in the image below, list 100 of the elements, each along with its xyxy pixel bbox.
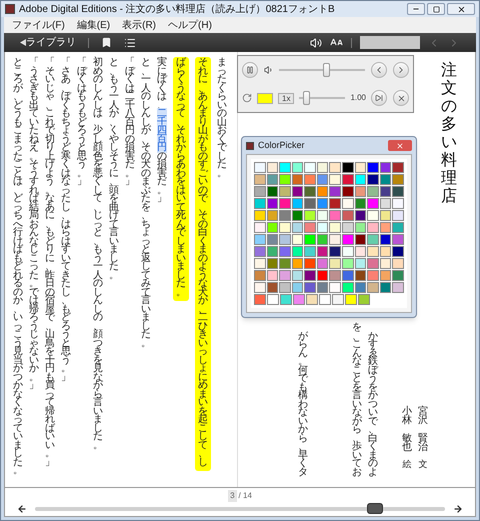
skip-button[interactable] [371, 90, 388, 106]
color-swatch[interactable] [316, 198, 328, 209]
menu-item[interactable]: 編集(E) [76, 18, 110, 32]
color-swatch[interactable] [279, 270, 291, 281]
color-swatch[interactable] [367, 174, 379, 185]
color-swatch[interactable] [367, 246, 379, 257]
color-swatch[interactable] [279, 198, 291, 209]
color-swatch[interactable] [316, 186, 328, 197]
color-swatch[interactable] [354, 246, 366, 257]
color-swatch[interactable] [392, 258, 404, 269]
color-swatch[interactable] [292, 210, 304, 221]
color-swatch[interactable] [304, 186, 316, 197]
color-swatch[interactable] [279, 246, 291, 257]
color-swatch[interactable] [367, 186, 379, 197]
maximize-button[interactable] [427, 3, 445, 15]
color-swatch[interactable] [367, 270, 379, 281]
close-button[interactable] [393, 90, 410, 106]
color-swatch[interactable] [316, 234, 328, 245]
color-swatch[interactable] [279, 222, 291, 233]
color-swatch[interactable] [329, 222, 342, 233]
previous-page-icon[interactable] [17, 504, 27, 514]
color-swatch[interactable] [292, 270, 304, 281]
color-swatch[interactable] [354, 282, 366, 293]
color-swatch[interactable] [354, 162, 366, 173]
color-swatch[interactable] [304, 174, 316, 185]
color-swatch[interactable] [304, 246, 316, 257]
color-swatch[interactable] [380, 162, 392, 173]
page-number-field[interactable]: 3 [228, 490, 237, 502]
color-swatch[interactable] [254, 222, 266, 233]
color-swatch[interactable] [342, 258, 354, 269]
color-swatch[interactable] [316, 258, 328, 269]
color-swatch[interactable] [367, 258, 379, 269]
color-swatch[interactable] [367, 210, 379, 221]
color-swatch[interactable] [266, 186, 278, 197]
speed-button[interactable]: 1x [278, 92, 294, 104]
color-swatch[interactable] [304, 258, 316, 269]
color-swatch[interactable] [266, 270, 278, 281]
color-swatch[interactable] [342, 210, 354, 221]
color-swatch[interactable] [342, 282, 354, 293]
color-swatch[interactable] [380, 258, 392, 269]
color-swatch[interactable] [380, 270, 392, 281]
menu-item[interactable]: ファイル(F) [12, 18, 65, 32]
color-swatch[interactable] [279, 282, 291, 293]
color-swatch[interactable] [292, 234, 304, 245]
color-swatch[interactable] [392, 270, 404, 281]
pause-button[interactable] [242, 62, 258, 78]
color-swatch[interactable] [292, 258, 304, 269]
color-swatch[interactable] [279, 162, 291, 173]
next-page-icon[interactable] [453, 504, 463, 514]
color-swatch[interactable] [380, 222, 392, 233]
color-swatch[interactable] [304, 210, 316, 221]
close-button[interactable] [447, 3, 475, 15]
color-swatch[interactable] [342, 174, 354, 185]
color-swatch[interactable] [354, 198, 366, 209]
color-swatch[interactable] [254, 258, 266, 269]
color-swatch[interactable] [392, 282, 404, 293]
color-swatch[interactable] [342, 270, 354, 281]
color-swatch[interactable] [367, 222, 379, 233]
highlight-color-swatch[interactable] [257, 92, 273, 104]
color-swatch[interactable] [329, 162, 342, 173]
color-swatch[interactable] [266, 210, 278, 221]
color-swatch[interactable] [306, 294, 318, 305]
color-swatch[interactable] [292, 198, 304, 209]
color-swatch[interactable] [266, 282, 278, 293]
color-swatch[interactable] [316, 222, 328, 233]
close-button[interactable] [388, 140, 412, 151]
menu-item[interactable]: ヘルプ(H) [168, 18, 212, 32]
color-swatch[interactable] [342, 186, 354, 197]
color-swatch[interactable] [304, 222, 316, 233]
color-swatch[interactable] [254, 270, 266, 281]
color-swatch[interactable] [342, 234, 354, 245]
color-swatch[interactable] [266, 162, 278, 173]
color-swatch[interactable] [354, 222, 366, 233]
color-swatch[interactable] [367, 162, 379, 173]
color-swatch[interactable] [367, 234, 379, 245]
color-swatch[interactable] [267, 294, 279, 305]
color-swatch[interactable] [292, 186, 304, 197]
color-swatch[interactable] [316, 174, 328, 185]
color-swatch[interactable] [329, 210, 342, 221]
color-swatch[interactable] [304, 270, 316, 281]
color-swatch[interactable] [279, 210, 291, 221]
color-swatch[interactable] [316, 246, 328, 257]
color-swatch[interactable] [342, 198, 354, 209]
color-swatch[interactable] [329, 174, 342, 185]
color-swatch[interactable] [380, 234, 392, 245]
menu-item[interactable]: 表示(R) [122, 18, 156, 32]
color-swatch[interactable] [380, 198, 392, 209]
color-swatch[interactable] [354, 174, 366, 185]
color-swatch[interactable] [254, 294, 266, 305]
color-swatch[interactable] [342, 246, 354, 257]
color-swatch[interactable] [354, 186, 366, 197]
color-swatch[interactable] [279, 234, 291, 245]
color-swatch[interactable] [254, 234, 266, 245]
color-swatch[interactable] [329, 270, 342, 281]
color-swatch[interactable] [367, 198, 379, 209]
next-button[interactable] [393, 62, 409, 78]
color-swatch[interactable] [380, 210, 392, 221]
bookmark-icon[interactable] [101, 37, 112, 48]
color-swatch[interactable] [254, 210, 266, 221]
color-swatch[interactable] [392, 246, 404, 257]
